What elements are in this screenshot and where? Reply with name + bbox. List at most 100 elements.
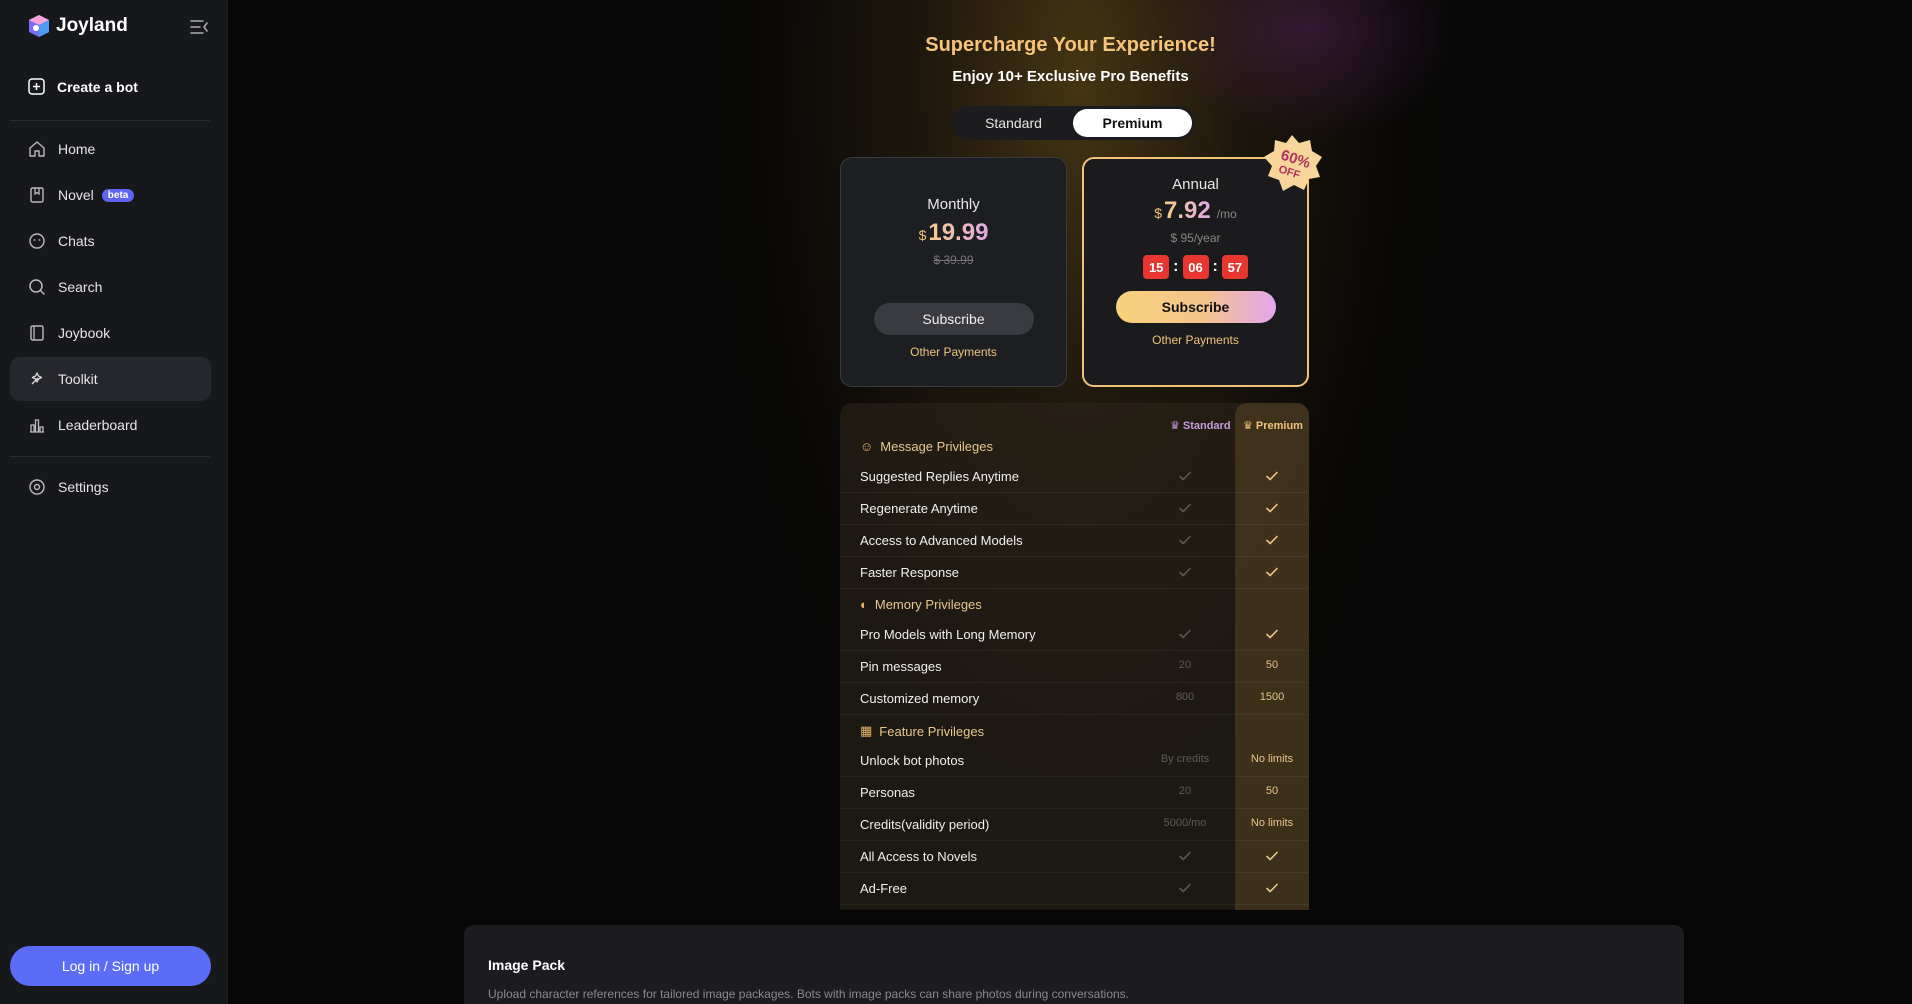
memory-privileges-icon: ◐ [860,597,868,612]
brand-name: Joyland [56,15,128,36]
sidebar-item-toolkit[interactable]: Toolkit [10,357,211,401]
sidebar: Joyland Create a bot Home Novel beta Cha… [0,0,228,1004]
comparison-table: ♛ Standard ♛ Premium ☺ Message Privileges Su… [840,403,1309,910]
check-icon [1266,629,1278,639]
sidebar-item-label: Home [58,141,96,157]
feature-label: Suggested Replies Anytime [860,469,1019,484]
table-row: Access to Advanced Models [840,525,1309,557]
standard-value: 5000/mo [1163,817,1207,829]
feature-privileges-icon: ▦ [860,723,873,738]
check-icon [1266,503,1278,513]
image-pack-description: Upload character references for tailored… [488,987,1130,1001]
feature-label: Access to Advanced Models [860,533,1023,548]
timer-hours: 15 [1143,255,1170,279]
plan-name: Monthly [927,196,980,213]
check-icon [1179,883,1191,893]
premium-value: 50 [1265,785,1279,797]
check-icon [1266,567,1278,577]
premium-value: 1500 [1259,691,1285,703]
sidebar-item-home[interactable]: Home [10,127,211,171]
gear-icon [29,479,45,495]
standard-value [1140,627,1230,644]
chart-icon [30,419,44,433]
book-icon [30,325,44,341]
premium-value [1235,533,1309,550]
timer-seconds: 57 [1221,255,1248,279]
main-content: Supercharge Your Experience! Enjoy 10+ E… [229,0,1912,1004]
sidebar-item-label: Novel [58,187,94,203]
feature-label: Regenerate Anytime [860,501,978,516]
brand[interactable]: Joyland [28,14,128,38]
table-row: Regenerate Anytime [840,493,1309,525]
standard-value [1140,565,1230,582]
check-icon [1179,503,1191,513]
create-bot-button[interactable]: Create a bot [28,78,138,95]
home-icon [29,141,45,157]
toolkit-icon [31,372,43,385]
sidebar-item-leaderboard[interactable]: Leaderboard [10,403,211,447]
price: $ 19.99 [841,219,1066,247]
sidebar-item-label: Leaderboard [58,417,138,433]
column-header-premium: ♛ Premium [1243,419,1303,433]
sidebar-item-settings[interactable]: Settings [10,465,211,509]
table-row: Suggested Replies Anytime [840,461,1309,493]
other-payments-link[interactable]: Other Payments [841,345,1066,359]
standard-value [1140,533,1230,550]
login-signup-button[interactable]: Log in / Sign up [10,946,211,986]
other-payments-link[interactable]: Other Payments [1084,333,1307,347]
standard-value: 800 [1175,691,1195,703]
check-icon [1266,851,1278,861]
subscribe-button[interactable]: Subscribe [873,303,1034,335]
standard-value [1140,881,1230,898]
premium-value [1235,469,1309,486]
premium-value [1235,881,1309,898]
sidebar-item-chats[interactable]: Chats [10,219,211,263]
table-row: Pro Models with Long Memory [840,619,1309,651]
chat-icon [29,233,45,249]
check-icon [1179,471,1191,481]
feature-label: Pin messages [860,659,942,674]
section-header: ▦ Feature Privileges [860,723,985,739]
settings-nav: Settings [10,465,211,511]
standard-value: By credits [1160,753,1210,765]
standard-value [1140,849,1230,866]
sidebar-item-search[interactable]: Search [10,265,211,309]
premium-value: No limits [1250,817,1294,829]
tab-standard[interactable]: Standard [954,109,1073,137]
collapse-sidebar-icon[interactable] [188,16,210,38]
page-subtitle: Enjoy 10+ Exclusive Pro Benefits [952,68,1189,85]
subscribe-button[interactable]: Subscribe [1115,291,1276,323]
feature-label: Customized memory [860,691,980,706]
check-icon [1179,851,1191,861]
timer-minutes: 06 [1182,255,1209,279]
table-row: Pin messages 20 50 [840,651,1309,683]
standard-value: 20 [1178,785,1192,797]
sidebar-item-joybook[interactable]: Joybook [10,311,211,355]
sidebar-item-label: Settings [58,479,109,495]
monthly-plan-card[interactable]: Monthly $ 19.99 $ 39.99 Subscribe Other … [840,157,1067,387]
price-amount: 7.92 [1164,197,1211,224]
feature-label: Credits(validity period) [860,817,990,832]
premium-value [1235,565,1309,582]
premium-value [1235,849,1309,866]
yearly-price: $ 95/year [1170,231,1221,245]
tab-premium[interactable]: Premium [1073,109,1192,137]
premium-value: 50 [1265,659,1279,671]
section-header: ◐ Memory Privileges [860,597,982,612]
plan-toggle: Standard Premium [951,106,1195,140]
table-row: Unlock bot photos By credits No limits [840,745,1309,777]
price: $ 7.92 /mo [1084,197,1307,225]
sidebar-item-label: Chats [58,233,95,249]
sidebar-item-novel[interactable]: Novel beta [10,173,211,217]
crown-icon: ♛ [1170,420,1180,432]
check-icon [1266,535,1278,545]
create-bot-label: Create a bot [57,78,138,95]
table-row: Customized memory 800 1500 [840,683,1309,715]
sidebar-item-label: Toolkit [58,371,98,387]
premium-value: No limits [1250,753,1294,765]
crown-icon: ♛ [1243,420,1253,432]
feature-label: Unlock bot photos [860,753,965,768]
feature-label: Ad-Free [860,881,907,896]
standard-value [1140,501,1230,518]
check-icon [1179,629,1191,639]
